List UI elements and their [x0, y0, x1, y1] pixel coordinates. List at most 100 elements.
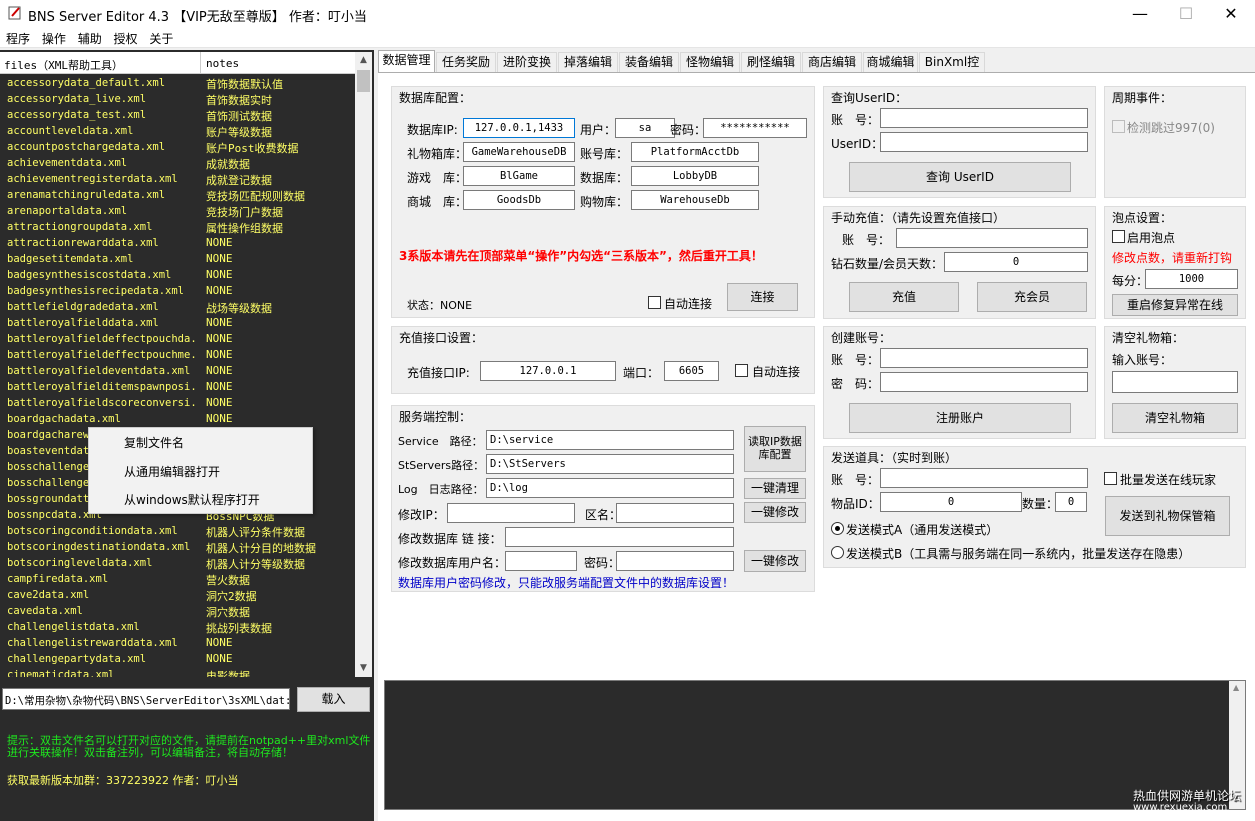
- table-row[interactable]: achievementregisterdata.xml 成就登记数据: [0, 171, 355, 187]
- send-to-gift-box-button[interactable]: 发送到礼物保管箱: [1105, 496, 1230, 536]
- table-row[interactable]: badgesetitemdata.xml NONE: [0, 251, 355, 267]
- create-password-input[interactable]: [880, 372, 1088, 392]
- file-name-cell[interactable]: arenamatchingruledata.xml: [7, 189, 199, 201]
- note-cell[interactable]: NONE: [206, 652, 354, 665]
- col-files-header[interactable]: files（XML帮助工具）: [4, 57, 123, 73]
- table-row[interactable]: accountpostchargedata.xml 账户Post收费数据: [0, 139, 355, 155]
- file-name-cell[interactable]: badgesynthesiscostdata.xml: [7, 269, 199, 281]
- file-name-cell[interactable]: badgesetitemdata.xml: [7, 253, 199, 265]
- table-row[interactable]: boardgachadata.xml NONE: [0, 411, 355, 427]
- gift-db-input[interactable]: GameWarehouseDB: [463, 142, 575, 162]
- ctx-open-generic-editor[interactable]: 从通用编辑器打开: [124, 463, 220, 480]
- menu-about[interactable]: 关于: [143, 28, 173, 47]
- note-cell[interactable]: NONE: [206, 236, 354, 249]
- file-name-cell[interactable]: badgesynthesisrecipedata.xml: [7, 285, 199, 297]
- note-cell[interactable]: 竞技场门户数据: [206, 204, 354, 220]
- close-button[interactable]: ✕: [1208, 0, 1254, 28]
- game-db-input[interactable]: BlGame: [463, 166, 575, 186]
- note-cell[interactable]: 首饰测试数据: [206, 108, 354, 124]
- note-cell[interactable]: 洞穴数据: [206, 604, 354, 620]
- item-id-input[interactable]: 0: [880, 492, 1022, 512]
- file-name-cell[interactable]: accountpostchargedata.xml: [7, 141, 199, 153]
- note-cell[interactable]: 账户Post收费数据: [206, 140, 354, 156]
- table-row[interactable]: badgesynthesisrecipedata.xml NONE: [0, 283, 355, 299]
- table-row[interactable]: accessorydata_test.xml 首饰测试数据: [0, 107, 355, 123]
- query-userid-button[interactable]: 查询 UserID: [849, 162, 1071, 192]
- note-cell[interactable]: 营火数据: [206, 572, 354, 588]
- file-name-cell[interactable]: challengelistrewarddata.xml: [7, 637, 199, 649]
- query-account-input[interactable]: [880, 108, 1088, 128]
- note-cell[interactable]: NONE: [206, 268, 354, 281]
- one-click-clean-button[interactable]: 一键清理: [744, 478, 806, 499]
- tab-binxml[interactable]: BinXml控制: [919, 52, 985, 87]
- data-db-input[interactable]: LobbyDB: [631, 166, 759, 186]
- send-account-input[interactable]: [880, 468, 1088, 488]
- per-minute-input[interactable]: 1000: [1145, 269, 1238, 289]
- file-name-cell[interactable]: accountleveldata.xml: [7, 125, 199, 137]
- skip-997-checkbox[interactable]: [1112, 120, 1125, 133]
- tab-shop-edit[interactable]: 商店编辑: [802, 52, 862, 72]
- table-row[interactable]: accountleveldata.xml 账户等级数据: [0, 123, 355, 139]
- one-click-modify-ip-button[interactable]: 一键修改: [744, 502, 806, 523]
- file-name-cell[interactable]: attractionrewarddata.xml: [7, 237, 199, 249]
- note-cell[interactable]: NONE: [206, 380, 354, 393]
- charge-auto-connect-checkbox[interactable]: [735, 364, 748, 377]
- tab-advance-transform[interactable]: 进阶变换: [497, 52, 557, 72]
- file-name-cell[interactable]: battleroyalfieldeventdata.xml: [7, 365, 199, 377]
- table-row[interactable]: cavedata.xml 洞穴数据: [0, 603, 355, 619]
- clear-gift-account-input[interactable]: [1112, 371, 1238, 393]
- note-cell[interactable]: 属性操作组数据: [206, 220, 354, 236]
- send-mode-b-radio[interactable]: [831, 546, 844, 559]
- table-row[interactable]: cinematicdata.xml 电影数据: [0, 667, 355, 677]
- modify-ip-input[interactable]: [447, 503, 575, 523]
- table-row[interactable]: battleroyalfielditemspawnposi... NONE: [0, 379, 355, 395]
- table-row[interactable]: attractionrewarddata.xml NONE: [0, 235, 355, 251]
- file-name-cell[interactable]: challengelistdata.xml: [7, 621, 199, 633]
- menu-program[interactable]: 程序: [0, 28, 30, 47]
- file-name-cell[interactable]: achievementdata.xml: [7, 157, 199, 169]
- file-name-cell[interactable]: botscoringleveldata.xml: [7, 557, 199, 569]
- batch-send-checkbox[interactable]: [1104, 472, 1117, 485]
- table-row[interactable]: campfiredata.xml 营火数据: [0, 571, 355, 587]
- column-divider[interactable]: [200, 52, 201, 74]
- charge-vip-button[interactable]: 充会员: [977, 282, 1087, 312]
- db-password-input[interactable]: [616, 551, 734, 571]
- scroll-thumb[interactable]: [357, 70, 370, 92]
- note-cell[interactable]: 机器人评分条件数据: [206, 524, 354, 540]
- tab-spawn-edit[interactable]: 刷怪编辑: [741, 52, 801, 72]
- table-row[interactable]: battleroyalfieldeffectpouchme... NONE: [0, 347, 355, 363]
- note-cell[interactable]: NONE: [206, 396, 354, 409]
- table-row[interactable]: attractiongroupdata.xml 属性操作组数据: [0, 219, 355, 235]
- tab-quest-reward[interactable]: 任务奖励: [436, 52, 496, 72]
- file-name-cell[interactable]: battleroyalfieldeffectpouchme...: [7, 349, 199, 361]
- mall-db-input[interactable]: GoodsDb: [463, 190, 575, 210]
- tab-data-management[interactable]: 数据管理: [378, 50, 435, 72]
- note-cell[interactable]: 成就数据: [206, 156, 354, 172]
- file-name-cell[interactable]: accessorydata_default.xml: [7, 77, 199, 89]
- file-name-cell[interactable]: battlefieldgradedata.xml: [7, 301, 199, 313]
- enable-bubble-checkbox[interactable]: [1112, 230, 1125, 243]
- charge-amount-input[interactable]: 0: [944, 252, 1088, 272]
- acct-db-input[interactable]: PlatformAcctDb: [631, 142, 759, 162]
- note-cell[interactable]: 电影数据: [206, 668, 354, 677]
- send-mode-a-radio[interactable]: [831, 522, 844, 535]
- cart-db-input[interactable]: WarehouseDb: [631, 190, 759, 210]
- note-cell[interactable]: 洞穴2数据: [206, 588, 354, 604]
- note-cell[interactable]: NONE: [206, 364, 354, 377]
- note-cell[interactable]: 首饰数据默认值: [206, 76, 354, 92]
- db-pwd-input[interactable]: ***********: [703, 118, 807, 138]
- table-row[interactable]: challengelistdata.xml 挑战列表数据: [0, 619, 355, 635]
- note-cell[interactable]: NONE: [206, 284, 354, 297]
- minimize-button[interactable]: —: [1117, 0, 1163, 28]
- table-row[interactable]: battleroyalfieldeventdata.xml NONE: [0, 363, 355, 379]
- scroll-down-icon[interactable]: ▼: [355, 660, 372, 677]
- file-name-cell[interactable]: campfiredata.xml: [7, 573, 199, 585]
- register-account-button[interactable]: 注册账户: [849, 403, 1071, 433]
- table-row[interactable]: badgesynthesiscostdata.xml NONE: [0, 267, 355, 283]
- tab-mall-edit[interactable]: 商城编辑: [863, 52, 918, 72]
- ctx-copy-filename[interactable]: 复制文件名: [124, 434, 184, 451]
- note-cell[interactable]: NONE: [206, 412, 354, 425]
- one-click-modify-db-button[interactable]: 一键修改: [744, 550, 806, 572]
- note-cell[interactable]: NONE: [206, 348, 354, 361]
- maximize-button[interactable]: ☐: [1163, 0, 1209, 28]
